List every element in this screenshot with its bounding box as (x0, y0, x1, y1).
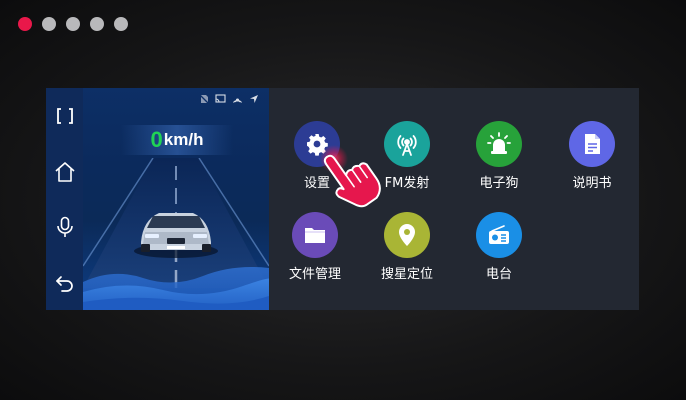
cast-icon (215, 91, 226, 109)
page-dot[interactable] (66, 17, 80, 31)
app-label: 说明书 (572, 176, 612, 191)
side-nav (46, 88, 83, 310)
app-gps-locator[interactable]: 搜星定位 (367, 212, 447, 282)
fm-transmit-icon (384, 121, 430, 167)
speed-panel: 0 km/h (83, 88, 269, 310)
app-label: FM发射 (384, 176, 430, 191)
app-file-manager[interactable]: 文件管理 (275, 212, 355, 282)
speedometer: 0 km/h (121, 125, 233, 155)
app-manual[interactable]: 说明书 (552, 121, 632, 191)
app-radio[interactable]: 电台 (459, 212, 539, 282)
road-illustration (83, 158, 269, 310)
siren-icon (476, 121, 522, 167)
sim-off-icon (199, 91, 209, 109)
home-icon[interactable] (53, 160, 77, 184)
microphone-icon[interactable] (53, 215, 77, 239)
fullscreen-icon[interactable] (53, 104, 77, 128)
page-dot[interactable] (18, 17, 32, 31)
document-icon (569, 121, 615, 167)
folder-icon (292, 212, 338, 258)
page-dot[interactable] (114, 17, 128, 31)
app-label: 搜星定位 (380, 267, 433, 282)
location-arrow-icon (249, 91, 259, 109)
car-screen: 0 km/h 设置 FM发射 电子狗 说明书 文件管理 搜星定位 电台 (46, 88, 639, 310)
app-grid: 设置 FM发射 电子狗 说明书 文件管理 搜星定位 电台 (269, 88, 639, 310)
app-label: 电台 (485, 267, 512, 282)
page-dot[interactable] (42, 17, 56, 31)
app-label: 电子狗 (479, 176, 519, 191)
radio-icon (476, 212, 522, 258)
app-settings[interactable]: 设置 (277, 121, 357, 191)
speed-unit: km/h (163, 130, 204, 149)
app-label: 设置 (303, 176, 330, 191)
app-fm-transmit[interactable]: FM发射 (367, 121, 447, 191)
status-bar (199, 91, 259, 109)
map-pin-icon (384, 212, 430, 258)
app-radar-detector[interactable]: 电子狗 (459, 121, 539, 191)
hotspot-icon (232, 91, 243, 109)
gear-icon (294, 121, 340, 167)
page-dot[interactable] (90, 17, 104, 31)
page-indicator (18, 17, 128, 31)
back-icon[interactable] (53, 271, 77, 295)
speed-value: 0 (150, 127, 163, 152)
app-label: 文件管理 (288, 267, 341, 282)
